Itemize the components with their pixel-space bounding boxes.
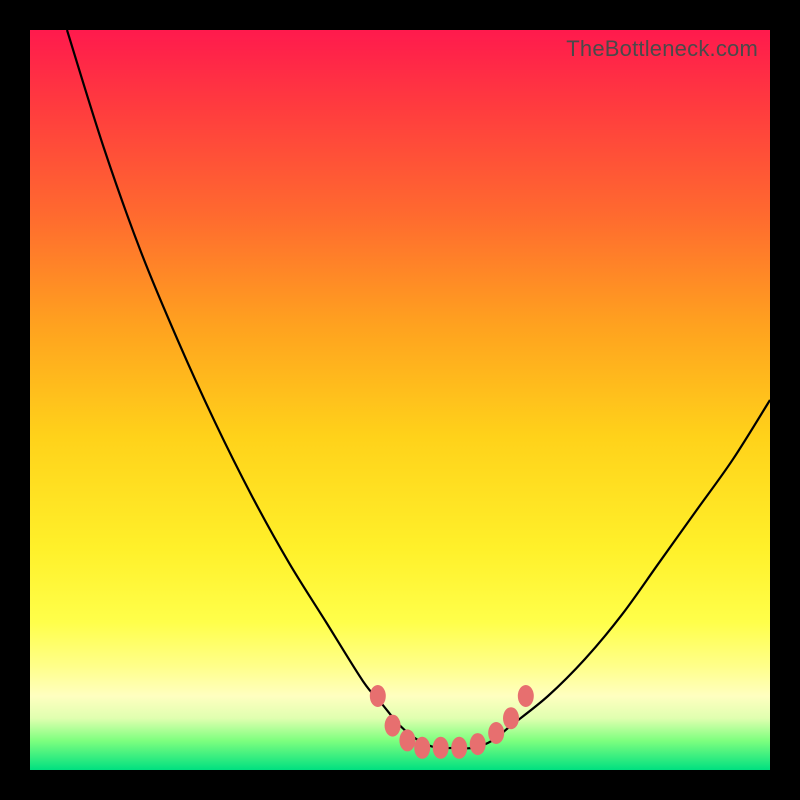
marker-dot [399,729,415,751]
marker-dot [451,737,467,759]
marker-dot [518,685,534,707]
marker-dot [503,707,519,729]
base-markers [370,685,534,759]
curve-svg [30,30,770,770]
marker-dot [488,722,504,744]
marker-dot [370,685,386,707]
bottleneck-curve [67,30,770,748]
marker-dot [433,737,449,759]
marker-dot [414,737,430,759]
marker-dot [385,715,401,737]
plot-area: TheBottleneck.com [30,30,770,770]
chart-frame: TheBottleneck.com [0,0,800,800]
marker-dot [470,733,486,755]
